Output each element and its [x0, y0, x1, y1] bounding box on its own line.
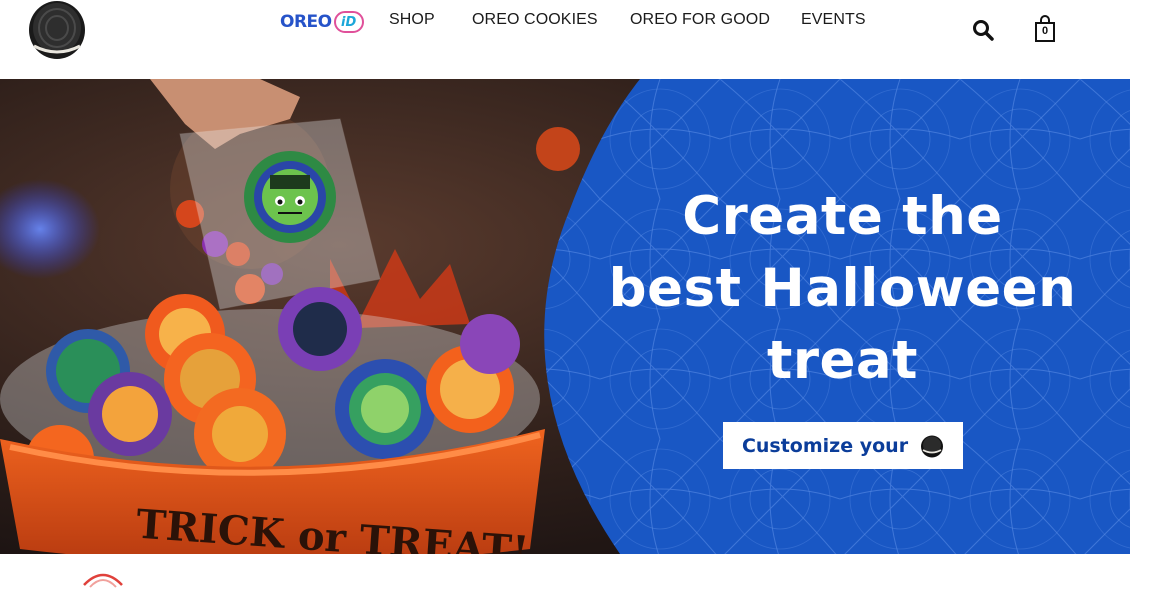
nav-oreo-cookies[interactable]: OREO COOKIES — [472, 11, 598, 29]
oreo-id-badge: iD — [333, 11, 364, 33]
cart-count-badge: 0 — [1041, 25, 1049, 37]
nav-events[interactable]: EVENTS — [801, 11, 866, 29]
cart-button[interactable]: 0 — [1033, 15, 1057, 43]
nav-oreo-for-good[interactable]: OREO FOR GOOD — [630, 11, 770, 29]
oreo-cookie-logo-icon[interactable] — [28, 0, 86, 60]
oreo-id-wordmark: OREO — [280, 12, 332, 32]
hero-headline: Create the best Halloween treat — [580, 181, 1105, 397]
hero-headline-line-2: best Halloween — [608, 258, 1077, 319]
customize-your-oreo-button[interactable]: Customize your — [723, 422, 963, 469]
nav-shop[interactable]: SHOP — [389, 11, 435, 29]
oreo-id-logo[interactable]: OREO iD — [280, 9, 364, 35]
oreo-cookie-icon — [921, 435, 944, 457]
hero-headline-line-1: Create the — [682, 186, 1003, 247]
hero-banner[interactable]: TRICK or TREAT! Create the best Hallowee… — [0, 79, 1130, 554]
hero-headline-line-3: treat — [766, 330, 919, 391]
oreo-red-logo-partial-icon — [83, 573, 123, 588]
site-header: OREO iD SHOP OREO COOKIES OREO FOR GOOD … — [0, 0, 1166, 78]
customize-button-label: Customize your — [741, 434, 909, 457]
search-icon[interactable] — [971, 18, 995, 42]
